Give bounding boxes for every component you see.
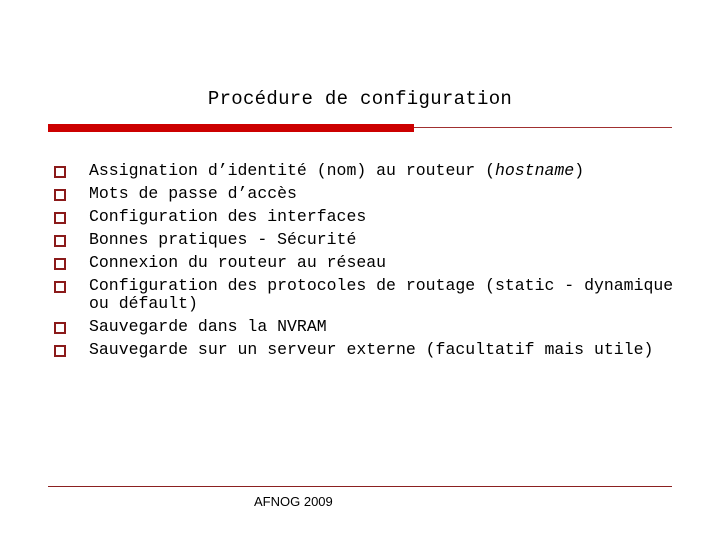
- slide-title-text: Procédure de configuration: [207, 88, 513, 110]
- hollow-square-icon: [54, 189, 66, 201]
- list-item-italic: hostname: [494, 161, 575, 180]
- list-item-text: Configuration des protocoles de routage …: [89, 276, 674, 313]
- title-accent-bar: [48, 124, 414, 132]
- hollow-square-icon: [54, 235, 66, 247]
- list-item: Bonnes pratiques - Sécurité: [54, 231, 674, 249]
- list-item: Configuration des interfaces: [54, 208, 674, 226]
- list-item-text: Configuration des interfaces: [89, 207, 367, 226]
- list-item-text: Bonnes pratiques - Sécurité: [89, 230, 357, 249]
- slide-title: Procédure de configuration: [0, 88, 720, 110]
- list-item-text: Mots de passe d’accès: [89, 184, 297, 203]
- list-item: Mots de passe d’accès: [54, 185, 674, 203]
- hollow-square-icon: [54, 281, 66, 293]
- list-item-text: Connexion du routeur au réseau: [89, 253, 387, 272]
- list-item: Connexion du routeur au réseau: [54, 254, 674, 272]
- footer-divider-line: [48, 486, 672, 487]
- hollow-square-icon: [54, 212, 66, 224]
- bullet-list: Assignation d’identité (nom) au routeur …: [54, 162, 674, 364]
- title-divider-line: [414, 127, 672, 128]
- list-item-suffix: ): [574, 161, 585, 180]
- footer-text: AFNOG 2009: [254, 494, 333, 509]
- list-item: Assignation d’identité (nom) au routeur …: [54, 162, 674, 180]
- hollow-square-icon: [54, 344, 66, 357]
- list-item-text: Sauvegarde sur un serveur externe (facul…: [89, 339, 654, 359]
- list-item: Sauvegarde dans la NVRAM: [54, 316, 674, 336]
- list-item: Sauvegarde sur un serveur externe (facul…: [54, 339, 674, 359]
- hollow-square-icon: [54, 166, 66, 178]
- list-item: Configuration des protocoles de routage …: [54, 277, 674, 312]
- hollow-square-icon: [54, 321, 66, 334]
- list-item-text: Sauvegarde dans la NVRAM: [89, 316, 327, 336]
- list-item-text: Assignation d’identité (nom) au routeur …: [89, 161, 495, 180]
- hollow-square-icon: [54, 258, 66, 270]
